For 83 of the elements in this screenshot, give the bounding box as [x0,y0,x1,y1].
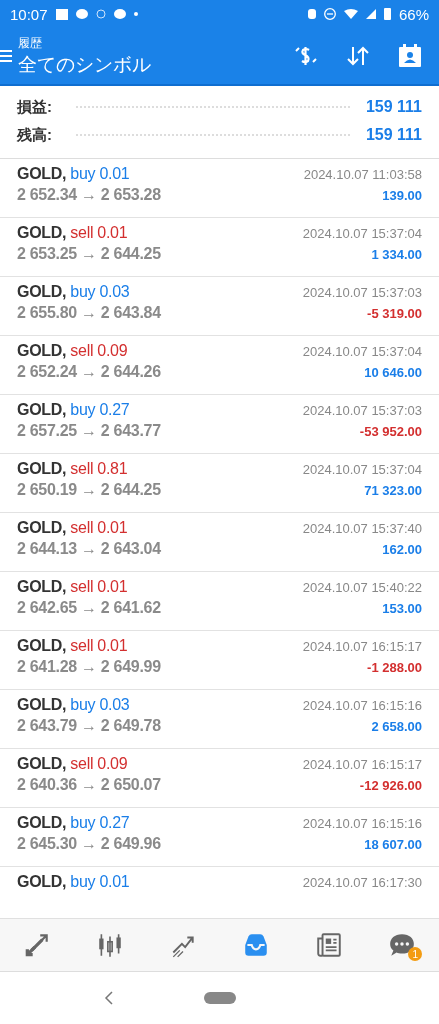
deal-time: 2024.10.07 16:15:17 [302,757,422,772]
newspaper-icon[interactable] [315,931,344,959]
deal-time: 2024.10.07 15:37:04 [302,462,422,477]
deal-title: GOLD, buy 0.03 [17,696,130,714]
summary-label: 損益: [17,97,52,117]
deal-profit: 153.00 [382,601,422,616]
deal-prices: 2 644.13 → 2 643.04 [17,540,161,558]
deal-row[interactable]: GOLD, sell 0.01 2024.10.07 15:37:40 2 644.13 → 2 643.04 162.00 [0,513,439,572]
deal-row[interactable]: GOLD, buy 0.27 2024.10.07 15:37:03 2 657.25 → 2 643.77 -53 952.00 [0,395,439,454]
deal-title: GOLD, sell 0.01 [17,224,128,242]
deal-profit: -1 288.00 [367,660,422,675]
summary-label: 残高: [17,125,52,145]
home-pill-icon[interactable] [203,992,236,1004]
deal-prices: 2 650.19 → 2 644.25 [17,481,161,499]
deal-prices: 2 655.80 → 2 643.84 [17,304,161,322]
deal-profit: 162.00 [382,542,422,557]
deal-time: 2024.10.07 15:37:03 [302,403,422,418]
back-icon[interactable] [103,990,114,1006]
deal-profit: 1 334.00 [371,247,422,262]
deal-row[interactable]: GOLD, sell 0.09 2024.10.07 15:37:04 2 652.24 → 2 644.26 10 646.00 [0,336,439,395]
deal-row[interactable]: GOLD, sell 0.01 2024.10.07 15:37:04 2 653.25 → 2 644.25 1 334.00 [0,218,439,277]
deal-time: 2024.10.07 16:15:16 [302,698,422,713]
deal-prices: 2 653.25 → 2 644.25 [17,245,161,263]
chat-bubble-icon[interactable] [388,931,417,959]
signal-icon [365,9,376,19]
deal-prices: 2 640.36 → 2 650.07 [17,776,161,794]
deal-profit: 139.00 [382,188,422,203]
deal-profit: -5 319.00 [367,306,422,321]
deal-prices: 2 657.25 → 2 643.77 [17,422,161,440]
deal-profit: 18 607.00 [364,837,422,852]
deal-title: GOLD, buy 0.03 [17,283,130,301]
clock-time: 10:07 [10,5,48,23]
deal-profit: -12 926.00 [359,778,422,793]
summary-value: 159 111 [365,98,422,116]
deal-prices: 2 645.30 → 2 649.96 [17,835,161,853]
deal-time: 2024.10.07 15:37:40 [302,521,422,536]
do-not-disturb-icon [323,8,336,20]
deal-title: GOLD, buy 0.01 [17,165,130,183]
deal-profit: -53 952.00 [359,424,422,439]
deal-prices: 2 641.28 → 2 649.99 [17,658,161,676]
image-icon [55,8,68,20]
deal-title: GOLD, sell 0.09 [17,755,128,773]
deal-time: 2024.10.07 16:15:17 [302,639,422,654]
deal-time: 2024.10.07 15:37:03 [302,285,422,300]
deal-time: 2024.10.07 15:40:22 [302,580,422,595]
battery-percent: 66% [398,5,429,23]
chat-bubble-icon [75,9,88,19]
deal-row[interactable]: GOLD, buy 0.03 2024.10.07 15:37:03 2 655.80 → 2 643.84 -5 319.00 [0,277,439,336]
notification-badge: 1 [408,947,423,961]
chat-bubble-icon [113,9,126,19]
deal-prices: 2 643.79 → 2 649.78 [17,717,161,735]
deal-time: 2024.10.07 16:17:30 [302,875,422,890]
deal-prices: 2 652.24 → 2 644.26 [17,363,161,381]
wifi-icon [343,9,358,19]
symbol-filter-title[interactable]: 全てのシンボル [18,51,269,78]
deal-profit: 2 658.00 [371,719,422,734]
deal-row[interactable]: GOLD, sell 0.01 2024.10.07 15:40:22 2 642.65 → 2 641.62 153.00 [0,572,439,631]
deal-profit: 10 646.00 [364,365,422,380]
deal-time: 2024.10.07 15:37:04 [302,226,422,241]
deal-title: GOLD, buy 0.01 [17,873,130,891]
deal-row[interactable]: GOLD, buy 0.01 2024.10.07 11:03:58 2 652.34 → 2 653.28 139.00 [0,159,439,218]
deal-title: GOLD, sell 0.01 [17,637,128,655]
deal-title: GOLD, sell 0.09 [17,342,128,360]
deal-title: GOLD, buy 0.27 [17,401,130,419]
summary-value: 159 111 [365,126,422,144]
deal-time: 2024.10.07 16:15:16 [302,816,422,831]
deal-title: GOLD, buy 0.27 [17,814,130,832]
deal-time: 2024.10.07 11:03:58 [303,167,422,182]
deal-row[interactable]: GOLD, sell 0.09 2024.10.07 16:15:17 2 640.36 → 2 650.07 -12 926.00 [0,749,439,808]
deal-title: GOLD, sell 0.01 [17,578,128,596]
deal-prices: 2 652.34 → 2 653.28 [17,186,161,204]
screen-subtitle: 履歴 [18,34,43,52]
deal-prices: 2 642.65 → 2 641.62 [17,599,161,617]
deal-row[interactable]: GOLD, buy 0.27 2024.10.07 16:15:16 2 645.30 → 2 649.96 18 607.00 [0,808,439,867]
deal-title: GOLD, sell 0.81 [17,460,128,478]
battery-icon [383,8,391,20]
deal-row[interactable]: GOLD, sell 0.01 2024.10.07 16:15:17 2 641.28 → 2 649.99 -1 288.00 [0,631,439,690]
deal-row[interactable]: GOLD, sell 0.81 2024.10.07 15:37:04 2 650.19 → 2 644.25 71 323.00 [0,454,439,513]
deal-profit: 71 323.00 [364,483,422,498]
deal-title: GOLD, sell 0.01 [17,519,128,537]
dot-icon [133,12,138,16]
deal-time: 2024.10.07 15:37:04 [302,344,422,359]
deal-row[interactable]: GOLD, buy 0.03 2024.10.07 16:15:16 2 643.79 → 2 649.78 2 658.00 [0,690,439,749]
